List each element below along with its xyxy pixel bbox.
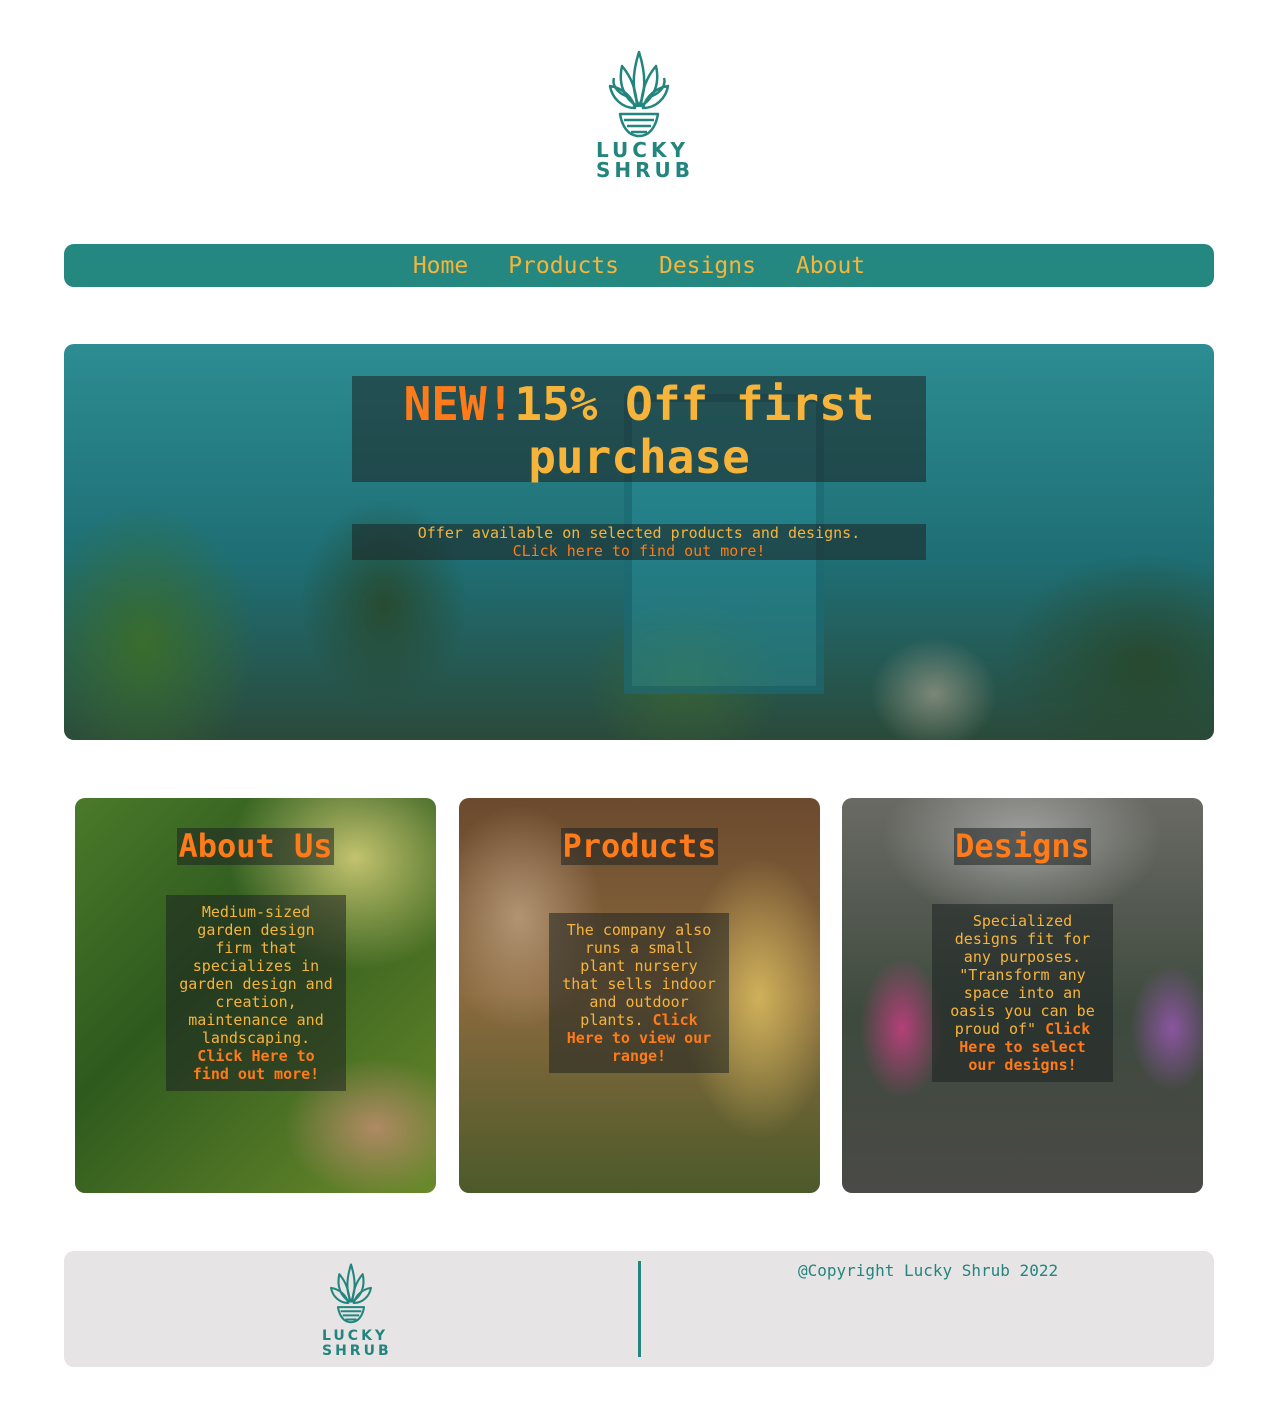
- footer-divider: [638, 1261, 641, 1357]
- plant-logo-icon: [330, 1263, 372, 1324]
- hero-subtitle: Offer available on selected products and…: [352, 524, 926, 560]
- nav-products[interactable]: Products: [508, 253, 619, 279]
- site-footer: LUCKY SHRUB @Copyright Lucky Shrub 2022: [64, 1251, 1214, 1367]
- plant-logo-icon: [608, 50, 670, 138]
- card-designs: Designs Specialized designs fit for any …: [842, 798, 1203, 1193]
- card-title: About Us: [75, 828, 436, 865]
- hero-title: NEW!15% Off first purchase: [352, 376, 926, 484]
- hero-offer-link[interactable]: CLick here to find out more!: [352, 542, 926, 560]
- hero-title-new: NEW!: [403, 377, 515, 431]
- card-title-designs: Designs: [954, 827, 1091, 865]
- footer-logo-text-lucky: LUCKY: [322, 1328, 389, 1344]
- hero-title-text: 15% Off first purchase: [514, 377, 875, 484]
- card-text-box: Medium-sized garden design firm that spe…: [166, 895, 346, 1091]
- card-text-box: Specialized designs fit for any purposes…: [932, 904, 1113, 1082]
- card-about-us: About Us Medium-sized garden design firm…: [75, 798, 436, 1193]
- logo-text-lucky: LUCKY: [596, 138, 689, 162]
- hero-offer-text: Offer available on selected products and…: [417, 524, 861, 542]
- site-logo[interactable]: LUCKY SHRUB: [596, 44, 695, 190]
- card-products: Products The company also runs a small p…: [459, 798, 820, 1193]
- logo-text-shrub: SHRUB: [596, 158, 695, 182]
- card-description: Medium-sized garden design firm that spe…: [179, 903, 333, 1047]
- footer-copyright: @Copyright Lucky Shrub 2022: [798, 1261, 1059, 1280]
- card-text-box: The company also runs a small plant nurs…: [549, 913, 729, 1073]
- card-title: Products: [459, 828, 820, 865]
- nav-designs[interactable]: Designs: [659, 253, 756, 279]
- footer-logo[interactable]: LUCKY SHRUB: [322, 1259, 392, 1359]
- hero-banner: NEW!15% Off first purchase Offer availab…: [64, 344, 1214, 740]
- nav-about[interactable]: About: [796, 253, 865, 279]
- footer-logo-text-shrub: SHRUB: [322, 1343, 392, 1359]
- card-title-about: About Us: [177, 827, 334, 865]
- main-nav: Home Products Designs About: [64, 244, 1214, 287]
- card-link-about[interactable]: Click Here to find out more!: [193, 1047, 319, 1083]
- nav-home[interactable]: Home: [413, 253, 468, 279]
- card-title: Designs: [842, 828, 1203, 865]
- card-title-products: Products: [561, 827, 718, 865]
